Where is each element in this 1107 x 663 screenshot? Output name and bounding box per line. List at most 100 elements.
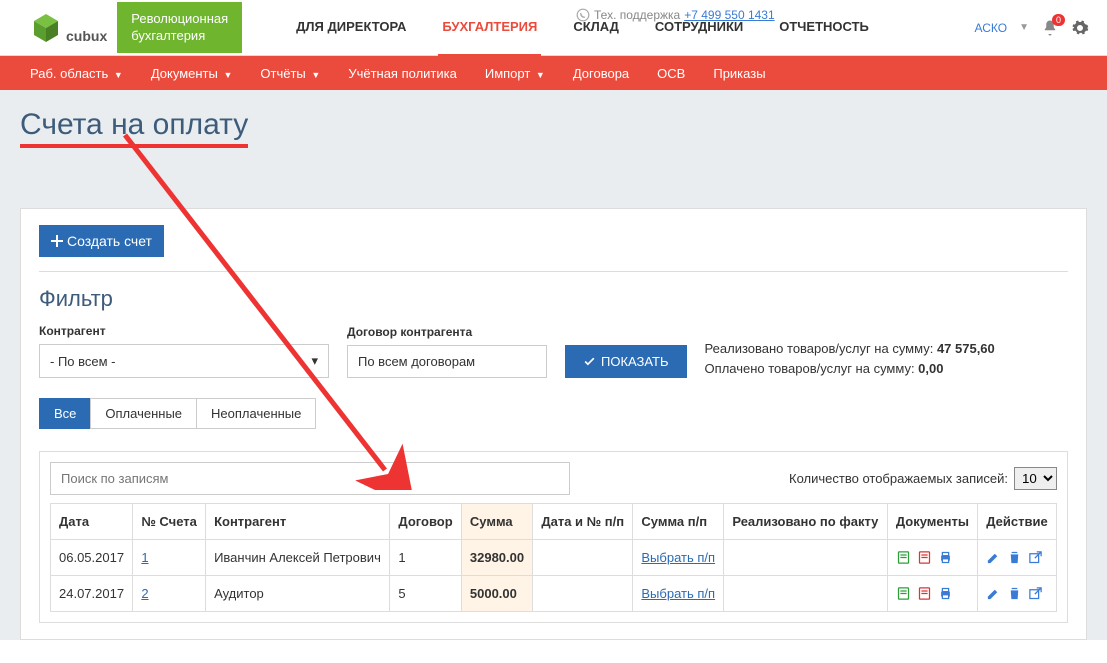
print-icon[interactable] — [938, 550, 953, 565]
caret-icon: ▼ — [536, 70, 545, 80]
caret-icon: ▼ — [311, 70, 320, 80]
col-sum[interactable]: Сумма — [461, 504, 532, 540]
top-right: АСКО ▼ 0 — [974, 19, 1107, 37]
excel-icon[interactable] — [896, 550, 911, 565]
cell-number: 2 — [133, 576, 206, 612]
contract-label: Договор контрагента — [347, 325, 547, 339]
search-input[interactable] — [50, 462, 570, 495]
subnav-workspace[interactable]: Раб. область ▼ — [30, 66, 123, 81]
summary-realized-value: 47 575,60 — [937, 341, 995, 356]
create-invoice-button[interactable]: Создать счет — [39, 225, 164, 257]
summary-paid-label: Оплачено товаров/услуг на сумму: — [705, 361, 919, 376]
support-phone[interactable]: +7 499 550 1431 — [684, 8, 774, 22]
table-wrap: Количество отображаемых записей: 10 Дата… — [39, 451, 1068, 623]
tab-paid[interactable]: Оплаченные — [90, 398, 197, 429]
nav-director[interactable]: ДЛЯ ДИРЕКТОРА — [292, 0, 410, 57]
cell-contract: 5 — [390, 576, 461, 612]
tab-unpaid[interactable]: Неоплаченные — [196, 398, 316, 429]
open-external-icon[interactable] — [1028, 586, 1043, 601]
chevron-down-icon[interactable]: ▼ — [1019, 22, 1029, 33]
page-size: Количество отображаемых записей: 10 — [789, 467, 1057, 490]
edit-icon[interactable] — [986, 550, 1001, 565]
cell-documents — [887, 576, 977, 612]
col-documents[interactable]: Документы — [887, 504, 977, 540]
counterparty-label: Контрагент — [39, 324, 329, 338]
cell-counterparty: Аудитор — [206, 576, 390, 612]
plus-icon — [51, 235, 63, 247]
delete-icon[interactable] — [1007, 586, 1022, 601]
nav-reports[interactable]: ОТЧЕТНОСТЬ — [775, 0, 873, 57]
contract-select[interactable]: По всем договорам — [347, 345, 547, 378]
cell-sum: 5000.00 — [461, 576, 532, 612]
select-pp-link[interactable]: Выбрать п/п — [641, 550, 715, 565]
col-ppdate[interactable]: Дата и № п/п — [533, 504, 633, 540]
counterparty-select[interactable]: - По всем -▾ — [39, 344, 329, 378]
subnav-documents[interactable]: Документы ▼ — [151, 66, 233, 81]
print-icon[interactable] — [938, 586, 953, 601]
counterparty-filter: Контрагент - По всем -▾ — [39, 324, 329, 378]
cell-actions — [978, 576, 1057, 612]
invoice-number-link[interactable]: 2 — [141, 586, 148, 601]
invoices-table: Дата № Счета Контрагент Договор Сумма Да… — [50, 503, 1057, 612]
cell-contract: 1 — [390, 540, 461, 576]
table-header-row: Дата № Счета Контрагент Договор Сумма Да… — [51, 504, 1057, 540]
subnav-reports[interactable]: Отчёты ▼ — [260, 66, 320, 81]
caret-icon: ▼ — [114, 70, 123, 80]
excel-icon[interactable] — [896, 586, 911, 601]
cell-date: 06.05.2017 — [51, 540, 133, 576]
logo[interactable]: cubux — [0, 12, 117, 44]
subnav-import[interactable]: Импорт ▼ — [485, 66, 545, 81]
support-block: Тех. поддержка +7 499 550 1431 — [576, 8, 775, 22]
col-realized[interactable]: Реализовано по факту — [724, 504, 888, 540]
edit-icon[interactable] — [986, 586, 1001, 601]
pdf-icon[interactable] — [917, 550, 932, 565]
brand-name: cubux — [66, 28, 107, 44]
support-label: Тех. поддержка — [594, 8, 680, 22]
summary-block: Реализовано товаров/услуг на сумму: 47 5… — [705, 339, 995, 378]
col-number[interactable]: № Счета — [133, 504, 206, 540]
col-actions[interactable]: Действие — [978, 504, 1057, 540]
invoice-number-link[interactable]: 1 — [141, 550, 148, 565]
select-pp-link[interactable]: Выбрать п/п — [641, 586, 715, 601]
pdf-icon[interactable] — [917, 586, 932, 601]
sub-nav: Раб. область ▼ Документы ▼ Отчёты ▼ Учёт… — [0, 56, 1107, 90]
cell-ppsum: Выбрать п/п — [633, 540, 724, 576]
contract-filter: Договор контрагента По всем договорам — [347, 325, 547, 378]
page-size-select[interactable]: 10 — [1014, 467, 1057, 490]
subnav-policy[interactable]: Учётная политика — [348, 66, 457, 81]
table-row: 24.07.2017 2 Аудитор 5 5000.00 Выбрать п… — [51, 576, 1057, 612]
col-contract[interactable]: Договор — [390, 504, 461, 540]
divider — [39, 271, 1068, 272]
subnav-osv[interactable]: ОСВ — [657, 66, 685, 81]
check-icon — [583, 355, 596, 368]
table-row: 06.05.2017 1 Иванчин Алексей Петрович 1 … — [51, 540, 1057, 576]
cell-actions — [978, 540, 1057, 576]
settings-button[interactable] — [1071, 19, 1089, 37]
filter-heading: Фильтр — [39, 286, 1068, 312]
open-external-icon[interactable] — [1028, 550, 1043, 565]
notification-count: 0 — [1052, 14, 1065, 26]
cell-sum: 32980.00 — [461, 540, 532, 576]
cell-ppdate — [533, 540, 633, 576]
page-body: Счета на оплату Создать счет Фильтр Конт… — [0, 90, 1107, 640]
brand-tagline: Революционная бухгалтерия — [117, 2, 242, 54]
show-button[interactable]: ПОКАЗАТЬ — [565, 345, 687, 378]
tagline-line2: бухгалтерия — [131, 28, 228, 45]
cell-number: 1 — [133, 540, 206, 576]
phone-icon — [576, 8, 590, 22]
filter-row: Контрагент - По всем -▾ Договор контраге… — [39, 324, 1068, 378]
tab-all[interactable]: Все — [39, 398, 91, 429]
nav-accounting[interactable]: БУХГАЛТЕРИЯ — [438, 0, 541, 57]
col-ppsum[interactable]: Сумма п/п — [633, 504, 724, 540]
delete-icon[interactable] — [1007, 550, 1022, 565]
cell-documents — [887, 540, 977, 576]
notifications-button[interactable]: 0 — [1041, 19, 1059, 37]
col-counterparty[interactable]: Контрагент — [206, 504, 390, 540]
subnav-orders[interactable]: Приказы — [713, 66, 765, 81]
cell-ppdate — [533, 576, 633, 612]
account-name[interactable]: АСКО — [974, 21, 1007, 35]
subnav-contracts[interactable]: Договора — [573, 66, 629, 81]
col-date[interactable]: Дата — [51, 504, 133, 540]
status-tabs: Все Оплаченные Неоплаченные — [39, 398, 1068, 429]
summary-paid-value: 0,00 — [918, 361, 943, 376]
